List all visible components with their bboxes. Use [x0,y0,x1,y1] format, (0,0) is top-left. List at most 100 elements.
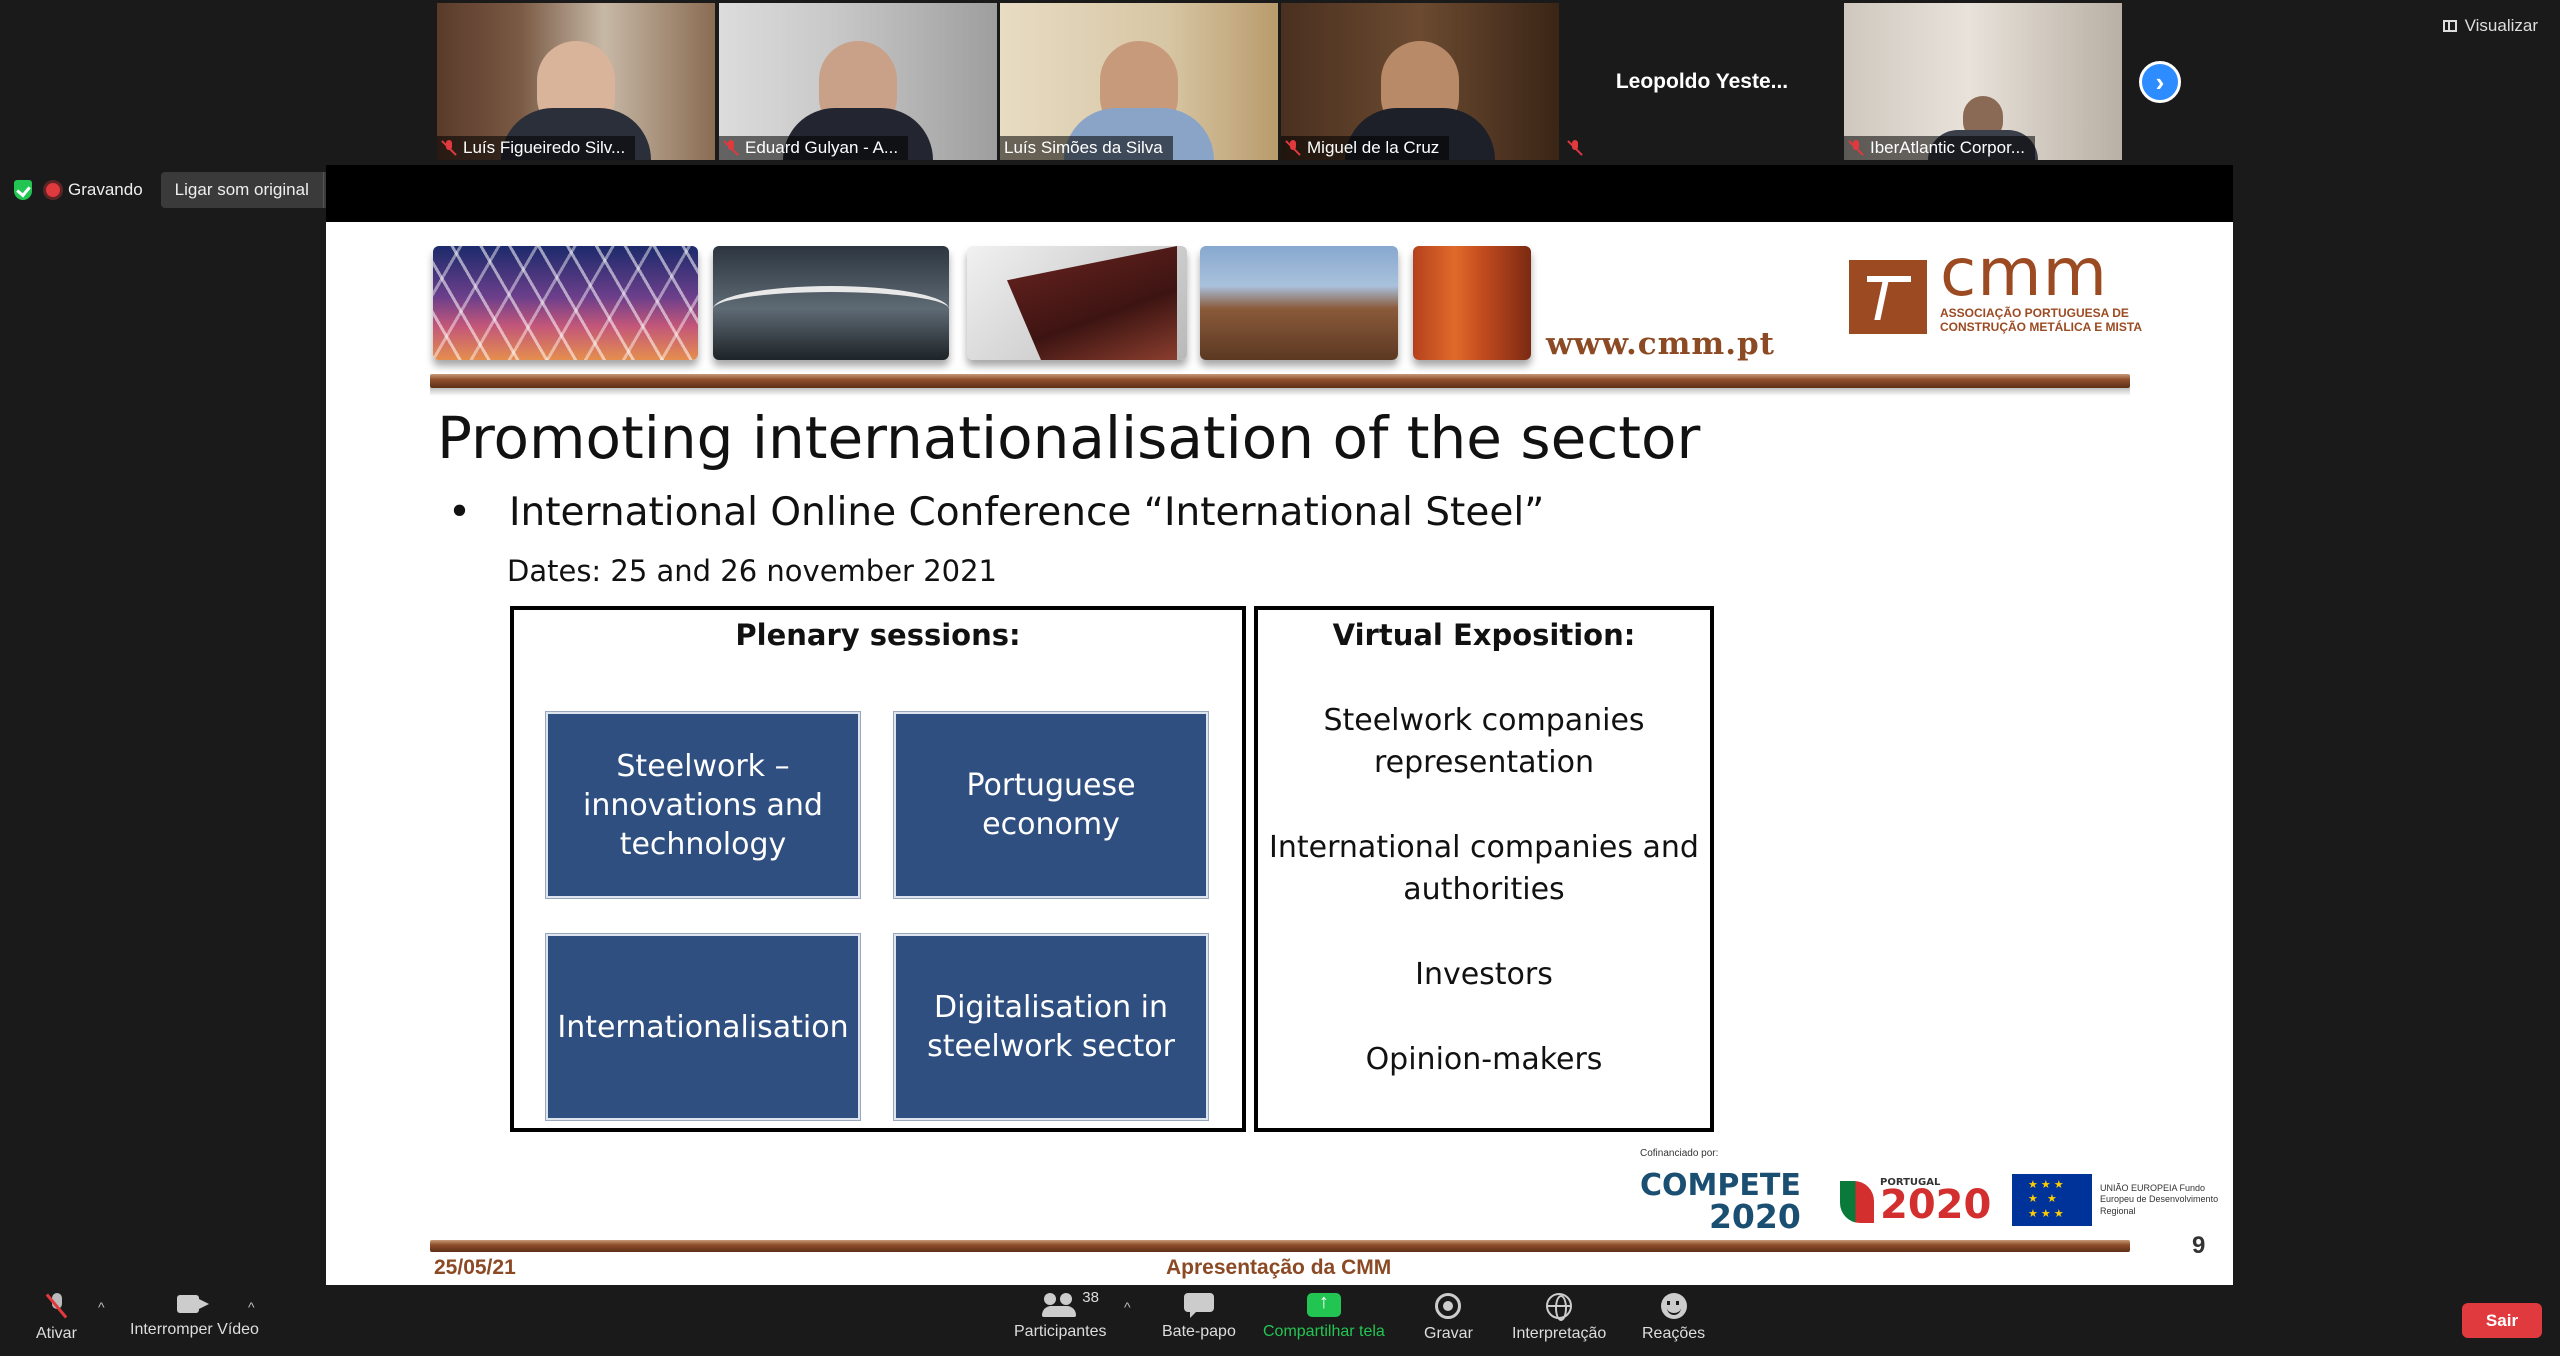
participants-count: 38 [1082,1289,1099,1306]
participant-tile[interactable]: IberAtlantic Corpor... [1844,3,2122,160]
portugal-year: 2020 [1880,1182,1992,1228]
participant-name: Miguel de la Cruz [1307,138,1440,157]
shared-screen-header [326,165,2233,222]
expo-list: Steelwork companies representation Inter… [1258,700,1710,1124]
participant-tile[interactable]: Miguel de la Cruz [1281,3,1559,160]
meeting-toolbar: Ativar ^ Interromper Vídeo ^ 38 Particip… [0,1285,2560,1356]
virtual-exposition-box: Virtual Exposition: Steelwork companies … [1254,606,1714,1132]
audio-options-caret[interactable]: ^ [98,1299,105,1315]
participant-tile-active-speaker[interactable]: Luís Simões da Silva [1000,3,1278,160]
share-screen-icon [1306,1291,1341,1317]
expo-item: International companies and authorities [1269,830,1699,907]
mic-muted-icon [441,140,457,156]
video-camera-icon [177,1293,211,1315]
participant-namebar: IberAtlantic Corpor... [1844,136,2035,160]
expo-item: Opinion-makers [1365,1042,1603,1077]
plenary-heading: Plenary sessions: [735,618,1021,652]
cofinanced-label: Cofinanciado por: [1640,1148,1719,1159]
slide-footer-title: Apresentação da CMM [1166,1256,1392,1279]
globe-icon [1546,1293,1573,1321]
bridge-photo [433,246,698,360]
participants-button[interactable]: 38 Participantes [1014,1289,1107,1341]
mic-muted-icon [1567,140,1583,156]
stop-video-button[interactable]: Interromper Vídeo [130,1293,259,1339]
participant-name: Leopoldo Yeste... [1615,69,1789,93]
session-tile: Internationalisation [546,934,860,1120]
website-url: www.cmm.pt [1546,326,1775,362]
original-sound-button[interactable]: Ligar som original [160,172,323,208]
participant-namebar [1563,136,1593,160]
portugal-2020-logo: PORTUGAL 2020 [1840,1178,1991,1226]
expo-heading: Virtual Exposition: [1332,618,1636,652]
participant-strip: Luís Figueiredo Silv... Eduard Gulyan - … [0,0,2560,162]
mic-muted-icon [1848,140,1864,156]
interpretation-button[interactable]: Interpretação [1512,1293,1606,1343]
recording-dot-icon [46,183,60,197]
leave-meeting-button[interactable]: Sair [2462,1303,2542,1338]
session-tile: Steelwork – innovations and technology [546,712,860,898]
view-button[interactable]: Visualizar [2442,16,2538,36]
slide-bullet: • International Online Conference “Inter… [448,490,1544,535]
portugal-2020-text: PORTUGAL 2020 [1880,1178,1991,1226]
participant-namebar: Luís Simões da Silva [1000,136,1173,160]
expo-item: Steelwork companies representation [1323,703,1645,780]
reactions-button[interactable]: Reações [1642,1293,1705,1343]
security-shield-icon[interactable] [14,180,32,200]
participant-tile[interactable]: Leopoldo Yeste... [1563,3,1841,160]
next-page-button[interactable]: › [2139,61,2181,103]
recording-label: Gravando [68,180,143,199]
plenary-sessions-box: Plenary sessions: Steelwork – innovation… [510,606,1246,1132]
cmm-logo-subtitle: ASSOCIAÇÃO PORTUGUESA DE CONSTRUÇÃO METÁ… [1940,306,2142,335]
record-button[interactable]: Gravar [1424,1293,1473,1343]
shared-slide: www.cmm.pt cmm ASSOCIAÇÃO PORTUGUESA DE … [326,222,2233,1285]
share-screen-button[interactable]: Compartilhar tela [1263,1291,1385,1341]
participant-tile[interactable]: Eduard Gulyan - A... [719,3,997,160]
expo-item: Investors [1415,957,1553,992]
view-label: Visualizar [2464,16,2538,35]
participant-namebar: Miguel de la Cruz [1281,136,1450,160]
mute-button[interactable]: Ativar [36,1293,77,1343]
portugal-flag-icon [1840,1181,1874,1223]
participants-options-caret[interactable]: ^ [1124,1299,1131,1315]
reactions-label: Reações [1642,1325,1706,1342]
participant-namebar: Eduard Gulyan - A... [719,136,909,160]
eu-flag-icon [2012,1174,2092,1226]
share-label: Compartilhar tela [1263,1323,1385,1340]
conference-dates: Dates: 25 and 26 november 2021 [507,554,997,588]
chat-label: Bate-papo [1162,1323,1236,1340]
recording-indicator[interactable]: Gravando [46,180,143,200]
cmm-logo-icon [1849,260,1927,334]
session-tile: Portuguese economy [894,712,1208,898]
eu-text: UNIÃO EUROPEIA Fundo Europeu de Desenvol… [2100,1183,2219,1216]
bullet-icon: • [448,490,472,535]
mute-label: Ativar [36,1325,77,1342]
record-icon [1435,1293,1462,1319]
participant-name: Luís Figueiredo Silv... [463,138,626,157]
gallery-view-icon [2442,20,2457,32]
zoom-window: Luís Figueiredo Silv... Eduard Gulyan - … [0,0,2560,1356]
chevron-right-icon: › [2155,66,2165,97]
steel-sheet-photo [1413,246,1531,360]
interpretation-label: Interpretação [1512,1325,1607,1342]
video-options-caret[interactable]: ^ [248,1299,255,1315]
session-tile: Digitalisation in steelwork sector [894,934,1208,1120]
microphone-muted-icon [48,1293,64,1319]
video-label: Interromper Vídeo [130,1321,259,1338]
slide-footer-date: 25/05/21 [434,1256,516,1279]
steel-beam-photo [967,246,1187,360]
participant-tile[interactable]: Luís Figueiredo Silv... [437,3,715,160]
participants-label: Participantes [1014,1323,1107,1340]
mic-muted-icon [723,140,739,156]
participant-name: Luís Simões da Silva [1004,138,1163,157]
compete-year: 2020 [1708,1196,1801,1236]
footer-rule [430,1240,2130,1252]
meeting-status-bar: Gravando Ligar som original ▾ [14,172,345,208]
header-rule [430,374,2130,396]
bullet-text: International Online Conference “Interna… [509,490,1545,535]
participant-name: IberAtlantic Corpor... [1870,138,2025,157]
cmm-logo-word: cmm [1940,234,2108,311]
slide-page-number: 9 [2192,1232,2206,1259]
chat-bubble-icon [1183,1293,1214,1318]
record-label: Gravar [1424,1325,1473,1342]
chat-button[interactable]: Bate-papo [1162,1293,1236,1341]
